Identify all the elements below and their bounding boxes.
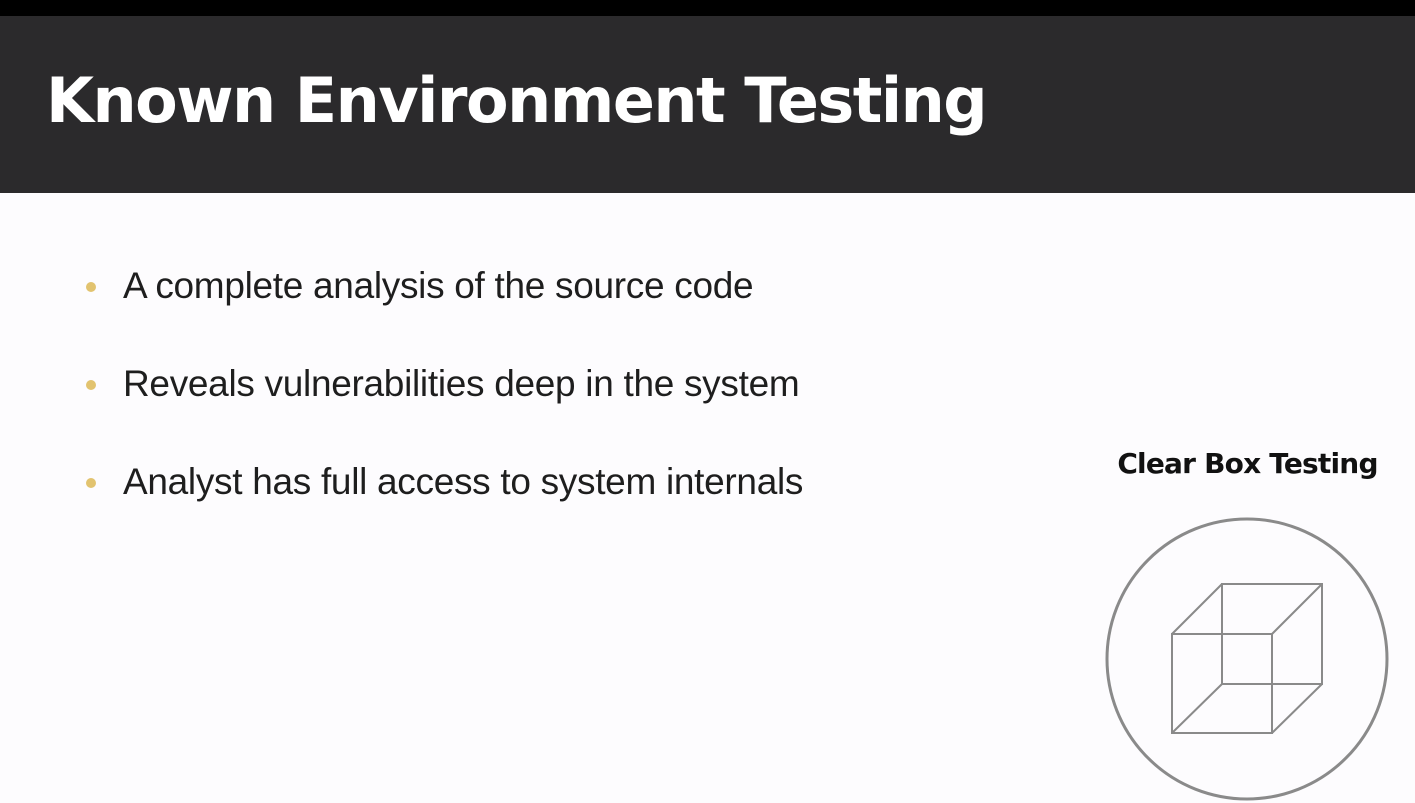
cube-edge — [1271, 683, 1323, 734]
bullet-item: Analyst has full access to system intern… — [86, 458, 803, 556]
cube-edge — [1171, 583, 1223, 635]
bullet-text: Reveals vulnerabilities deep in the syst… — [123, 363, 800, 404]
bullet-list: A complete analysis of the source code R… — [86, 262, 803, 556]
bullet-dot-icon — [86, 282, 96, 292]
bullet-dot-icon — [86, 380, 96, 390]
bullet-item: A complete analysis of the source code — [86, 262, 803, 360]
slide-title: Known Environment Testing — [46, 64, 988, 137]
cube-edge — [1271, 583, 1323, 635]
cube-edge — [1171, 683, 1223, 734]
cube-circle-outline — [1105, 517, 1389, 801]
wireframe-cube-icon — [1105, 517, 1389, 801]
bullet-item: Reveals vulnerabilities deep in the syst… — [86, 360, 803, 458]
bullet-text: A complete analysis of the source code — [123, 265, 754, 306]
bullet-text: Analyst has full access to system intern… — [123, 461, 804, 502]
top-letterbox-strip — [0, 0, 1415, 16]
bullet-dot-icon — [86, 478, 96, 488]
figure-caption: Clear Box Testing — [1117, 447, 1378, 480]
